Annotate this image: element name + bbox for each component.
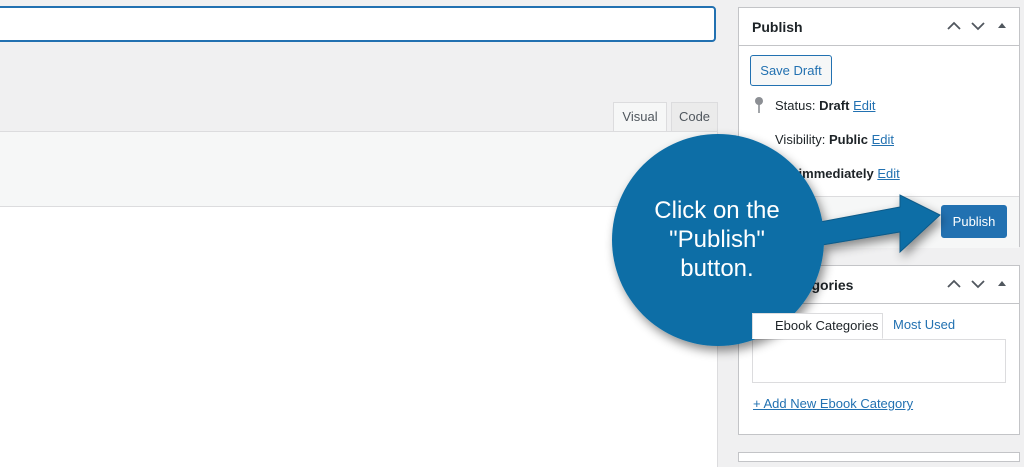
edit-visibility-link[interactable]: Edit (872, 132, 894, 147)
callout-text-line1: Click on the (654, 197, 780, 224)
edit-schedule-link[interactable]: Edit (877, 166, 899, 181)
move-up-icon[interactable] (945, 17, 963, 35)
publish-button[interactable]: Publish (941, 205, 1007, 238)
status-value: Draft (819, 98, 850, 113)
pin-icon (752, 96, 766, 114)
tab-visual[interactable]: Visual (613, 102, 667, 131)
move-down-icon[interactable] (969, 275, 987, 293)
move-down-icon[interactable] (969, 17, 987, 35)
editor-toolbar (0, 131, 718, 207)
move-up-icon[interactable] (945, 275, 963, 293)
collapse-toggle-icon[interactable] (993, 17, 1011, 35)
status-label: Status: (775, 98, 816, 113)
schedule-row: h immediately Edit (787, 166, 900, 181)
tab-most-used[interactable]: Most Used (893, 313, 955, 339)
schedule-text: h immediately (787, 166, 874, 181)
status-row: Status: Draft Edit (775, 98, 875, 113)
callout-text-line3: button. (680, 255, 754, 282)
visibility-label: Visibility: (775, 132, 826, 147)
visibility-row: Visibility: Public Edit (775, 132, 894, 147)
callout-text-line2: "Publish" (669, 226, 765, 253)
collapse-toggle-icon[interactable] (993, 275, 1011, 293)
tab-code[interactable]: Code (671, 102, 718, 131)
visibility-value: Public (828, 132, 868, 147)
save-draft-button[interactable]: Save Draft (750, 55, 832, 86)
title-input[interactable] (0, 6, 716, 42)
tab-all-categories[interactable]: Ebook Categories (752, 313, 883, 339)
edit-status-link[interactable]: Edit (853, 98, 875, 113)
ebook-categories-box: tegories Ebook Categories Most Used + Ad… (738, 265, 1020, 435)
add-new-category-link[interactable]: + Add New Ebook Category (753, 396, 913, 411)
publish-box-title: Publish (752, 19, 803, 35)
callout-text: Click on the "Publish" button. (622, 196, 812, 283)
editor-content-area[interactable] (0, 207, 718, 467)
next-postbox (738, 452, 1020, 462)
category-checklist[interactable] (752, 339, 1006, 383)
publish-box-header: Publish (739, 8, 1019, 46)
